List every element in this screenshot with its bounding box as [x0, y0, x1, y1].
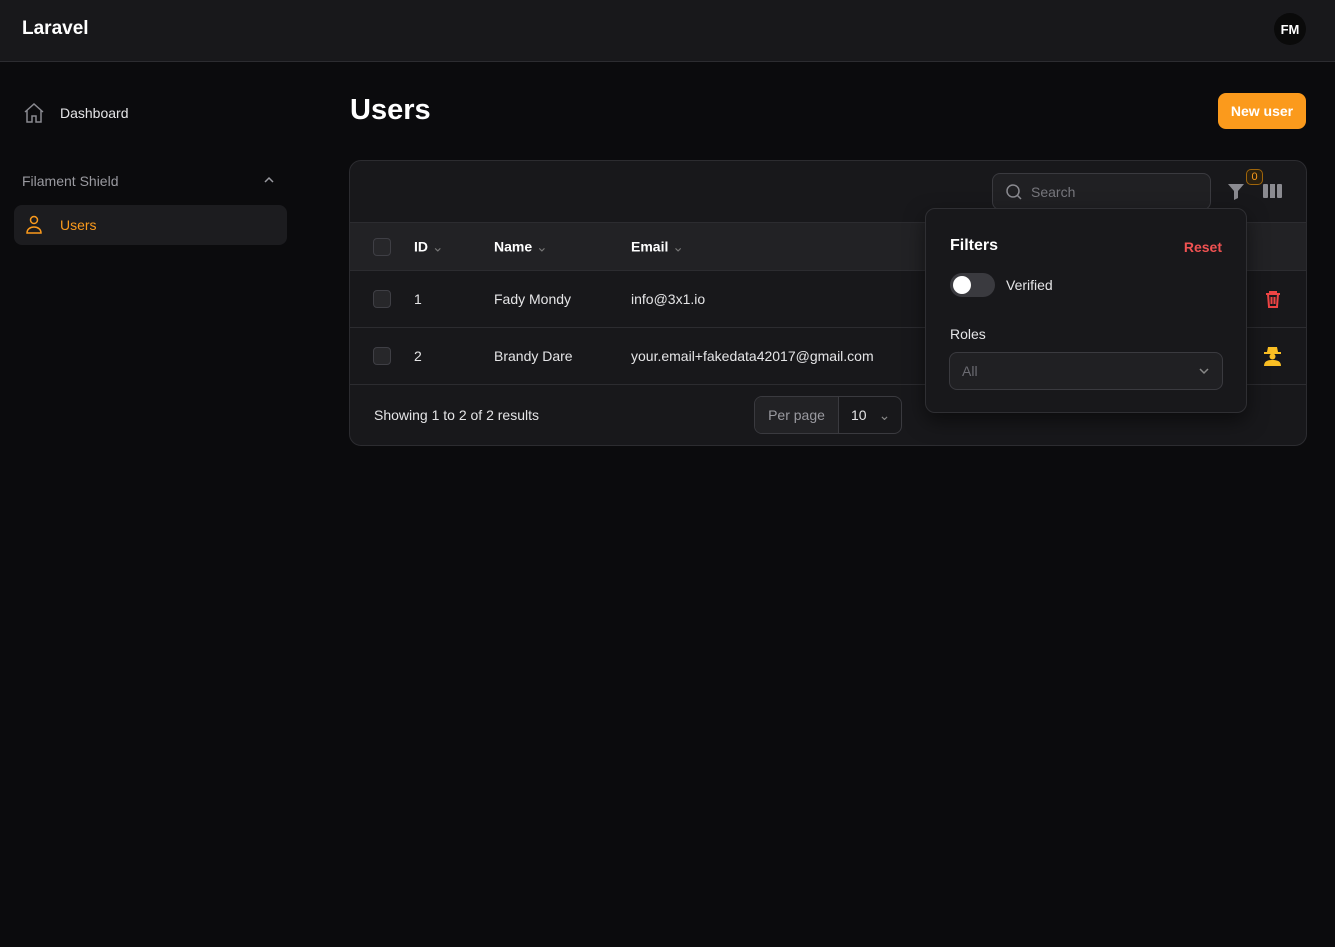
cell-id: 2	[414, 348, 422, 364]
cell-email: info@3x1.io	[631, 291, 706, 307]
roles-select[interactable]: All	[949, 352, 1223, 390]
per-page-label: Per page	[755, 397, 839, 433]
verified-label: Verified	[1006, 277, 1053, 293]
cell-email: your.email+fakedata42017@gmail.com	[631, 348, 874, 364]
cell-id: 1	[414, 291, 422, 307]
home-icon	[24, 102, 44, 123]
per-page-select[interactable]: Per page 10 ⌄	[754, 396, 902, 434]
chevron-down-icon	[1199, 368, 1209, 375]
per-page-value: 10	[851, 407, 867, 423]
sidebar-group-toggle[interactable]: Filament Shield	[22, 173, 276, 189]
column-name-sort[interactable]: Name ⌄	[494, 238, 548, 255]
verified-toggle[interactable]	[950, 273, 995, 297]
impersonate-icon[interactable]	[1263, 346, 1282, 366]
chevron-up-icon	[264, 176, 274, 183]
row-checkbox[interactable]	[373, 347, 391, 365]
filter-count-badge: 0	[1246, 169, 1263, 185]
roles-label: Roles	[950, 326, 986, 342]
sidebar-item-label: Dashboard	[60, 105, 129, 121]
filters-popover: Filters Reset Verified Roles All	[925, 208, 1247, 413]
sidebar-group-label: Filament Shield	[22, 173, 119, 189]
new-user-button[interactable]: New user	[1218, 93, 1306, 129]
select-all-checkbox[interactable]	[373, 237, 391, 256]
cell-name: Brandy Dare	[494, 348, 573, 364]
sidebar-item-users[interactable]: Users	[14, 205, 287, 245]
reset-filters-button[interactable]: Reset	[1184, 239, 1222, 255]
trash-icon[interactable]	[1265, 290, 1281, 308]
cell-name: Fady Mondy	[494, 291, 572, 307]
columns-icon[interactable]	[1263, 183, 1282, 199]
row-checkbox[interactable]	[373, 290, 391, 308]
chevron-down-icon: ⌄	[878, 406, 891, 423]
search-icon	[1006, 183, 1022, 200]
pagination-summary: Showing 1 to 2 of 2 results	[374, 407, 539, 423]
column-id-sort[interactable]: ID ⌄	[414, 238, 444, 255]
brand-logo[interactable]: Laravel	[22, 18, 89, 40]
sidebar-item-dashboard[interactable]: Dashboard	[14, 93, 287, 133]
top-bar: Laravel FM	[0, 0, 1335, 62]
filter-icon[interactable]	[1227, 182, 1245, 200]
page-title: Users	[350, 94, 431, 126]
search-input[interactable]	[1031, 183, 1191, 200]
filters-title: Filters	[950, 237, 999, 254]
sidebar-item-label: Users	[60, 217, 97, 233]
user-icon	[26, 215, 42, 234]
avatar[interactable]: FM	[1274, 13, 1306, 45]
roles-value: All	[962, 363, 978, 379]
column-email-sort[interactable]: Email ⌄	[631, 238, 684, 255]
search-field[interactable]	[992, 173, 1211, 210]
